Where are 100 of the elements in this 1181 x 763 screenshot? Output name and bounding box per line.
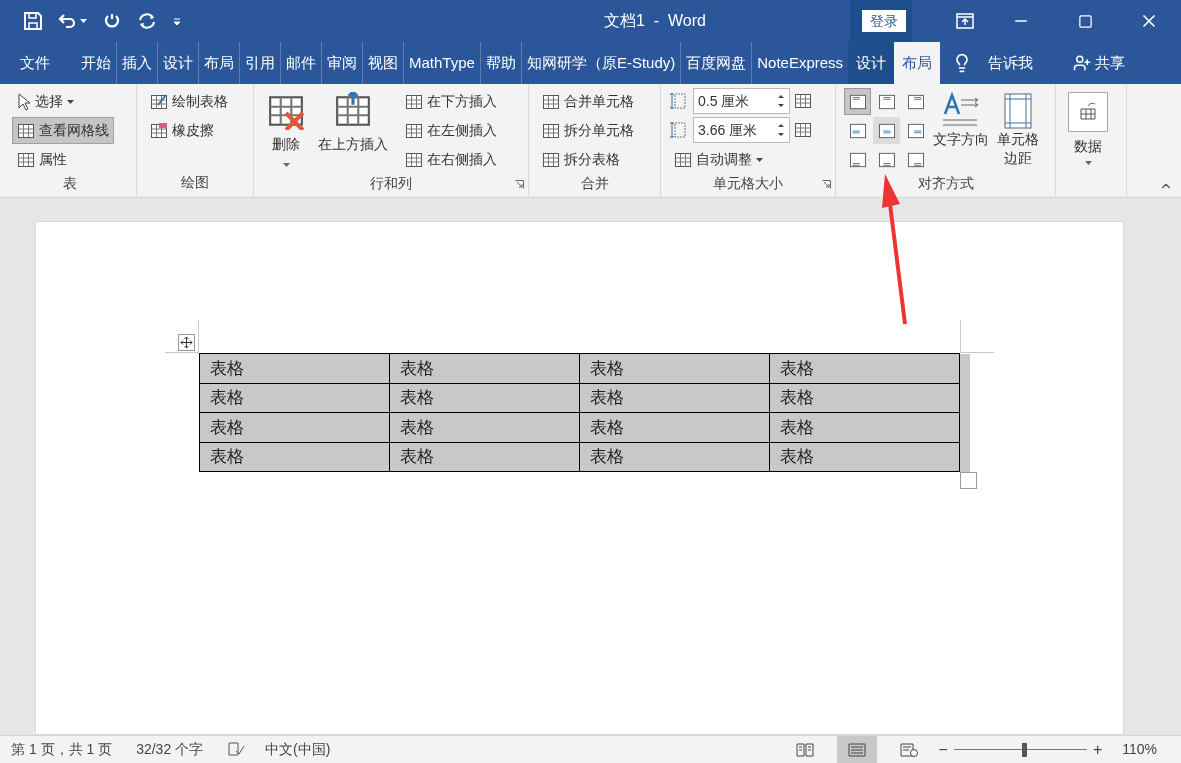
proofing-icon[interactable] [227, 741, 246, 758]
ribbon-button[interactable]: 在左侧插入 [400, 117, 502, 144]
table-cell[interactable]: 表格 [769, 383, 960, 413]
alignment-icon [848, 93, 867, 110]
dialog-launcher-icon[interactable] [515, 180, 524, 189]
table-cell[interactable]: 表格 [199, 353, 390, 383]
column-width-icon [669, 120, 689, 140]
table-cell[interactable]: 表格 [199, 442, 390, 472]
group-label: 表 [63, 174, 77, 193]
table-cell[interactable]: 表格 [769, 442, 960, 472]
customize-icon[interactable] [173, 17, 181, 25]
spinner-icon[interactable] [777, 121, 785, 139]
table-cell[interactable]: 表格 [579, 383, 770, 413]
dialog-launcher-icon[interactable] [822, 180, 831, 189]
web-page-icon [899, 742, 918, 757]
language-status[interactable]: 中文(中国) [265, 739, 331, 760]
alignment-icon [848, 151, 867, 168]
group-label: 对齐方式 [917, 174, 974, 193]
alignment-icon [877, 151, 896, 168]
table-properties-icon [17, 150, 35, 169]
ribbon-button[interactable]: 橡皮擦 [145, 117, 233, 144]
cursor-icon [17, 92, 31, 111]
ribbon-button[interactable]: 在下方插入 [400, 88, 502, 115]
table-cell[interactable]: 表格 [579, 353, 770, 383]
spinner-icon[interactable] [777, 92, 785, 110]
zoom-slider[interactable] [953, 742, 1087, 757]
pencil-table-icon [150, 92, 168, 111]
alignment-icon [906, 151, 925, 168]
zoom-in-button[interactable]: + [1092, 737, 1103, 762]
alignment-icon [906, 122, 925, 139]
alignment-icon [906, 93, 925, 110]
ribbon-button[interactable]: 拆分表格 [537, 146, 639, 173]
resize-handle[interactable] [960, 472, 977, 489]
ribbon-tab[interactable]: 设计 [848, 42, 895, 84]
ribbon-large-button[interactable]: 删除 [262, 88, 310, 173]
group-label: 单元格大小 [713, 174, 783, 193]
book-icon [795, 742, 814, 757]
caret-icon [80, 19, 87, 23]
row-height-icon [669, 91, 689, 111]
table-cell[interactable]: 表格 [579, 412, 770, 442]
undo-icon[interactable] [58, 13, 76, 29]
ribbon-button[interactable]: 在右侧插入 [400, 146, 502, 173]
zoom-out-button[interactable]: − [938, 737, 948, 762]
ribbon-button[interactable]: 选择 [12, 88, 114, 115]
maximize-icon[interactable] [1078, 13, 1093, 29]
tell-me-link[interactable]: 告诉我 [988, 51, 1034, 75]
move-handle-icon[interactable] [178, 334, 195, 351]
zoom-thumb[interactable] [1022, 742, 1028, 757]
number-field[interactable]: 0.5 厘米 [693, 88, 790, 114]
page-count[interactable]: 第 1 页，共 1 页 [11, 739, 113, 760]
ribbon-button[interactable]: 自动调整 [669, 146, 812, 173]
ribbon-tab[interactable]: 布局 [894, 42, 941, 84]
distribute-icon [794, 92, 812, 110]
person-icon [1073, 54, 1092, 72]
refresh-icon[interactable] [137, 12, 157, 30]
table-cell[interactable]: 表格 [769, 353, 960, 383]
share-button[interactable]: 共享 [1073, 51, 1126, 75]
autofit-icon [674, 150, 692, 169]
group-label: 行和列 [370, 174, 412, 193]
cells-icon [542, 92, 560, 111]
save-icon[interactable] [24, 12, 42, 30]
zoom-level[interactable]: 110% [1122, 739, 1157, 760]
insert-grid-icon [405, 121, 423, 140]
ribbon-display-icon[interactable] [956, 13, 974, 29]
alignment-icon [877, 122, 896, 139]
ribbon-button[interactable]: 合并单元格 [537, 88, 639, 115]
ribbon-large-button[interactable]: 在上方插入 [314, 88, 392, 173]
login-button[interactable]: 登录 [862, 10, 906, 32]
grid-icon [17, 121, 35, 140]
table-cell[interactable]: 表格 [199, 383, 390, 413]
ribbon-button[interactable]: 绘制表格 [145, 88, 233, 115]
ribbon-large-button[interactable]: 单元格 边距 [993, 88, 1043, 173]
ribbon-tab[interactable]: 文件 [8, 42, 62, 84]
number-field[interactable]: 3.66 厘米 [693, 117, 790, 143]
ribbon-large-button[interactable]: 文字方向 [929, 88, 993, 173]
page-icon [847, 742, 866, 757]
table-cell[interactable]: 表格 [389, 442, 580, 472]
ribbon-button[interactable]: 属性 [12, 146, 114, 173]
insert-grid-icon [405, 150, 423, 169]
cells-icon [542, 150, 560, 169]
distribute-icon [794, 121, 812, 139]
group-label: 绘图 [181, 173, 209, 192]
alignment-icon [848, 122, 867, 139]
alignment-icon [877, 93, 896, 110]
ribbon-large-button[interactable]: 数据 [1064, 88, 1112, 197]
table-cell[interactable]: 表格 [579, 442, 770, 472]
view-button[interactable] [836, 735, 877, 763]
table-cell[interactable]: 表格 [769, 412, 960, 442]
ribbon-button[interactable]: 查看网格线 [12, 117, 114, 144]
table-cell[interactable]: 表格 [389, 412, 580, 442]
table-cell[interactable]: 表格 [389, 383, 580, 413]
data-icon [1068, 92, 1108, 132]
ribbon-tab[interactable]: 开始 [76, 42, 116, 84]
word-count[interactable]: 32/32 个字 [136, 739, 204, 760]
table-cell[interactable]: 表格 [389, 353, 580, 383]
cells-icon [542, 121, 560, 140]
ribbon-button[interactable]: 拆分单元格 [537, 117, 639, 144]
alignment-button[interactable] [844, 88, 871, 115]
eraser-icon [150, 121, 168, 140]
table-cell[interactable]: 表格 [199, 412, 390, 442]
